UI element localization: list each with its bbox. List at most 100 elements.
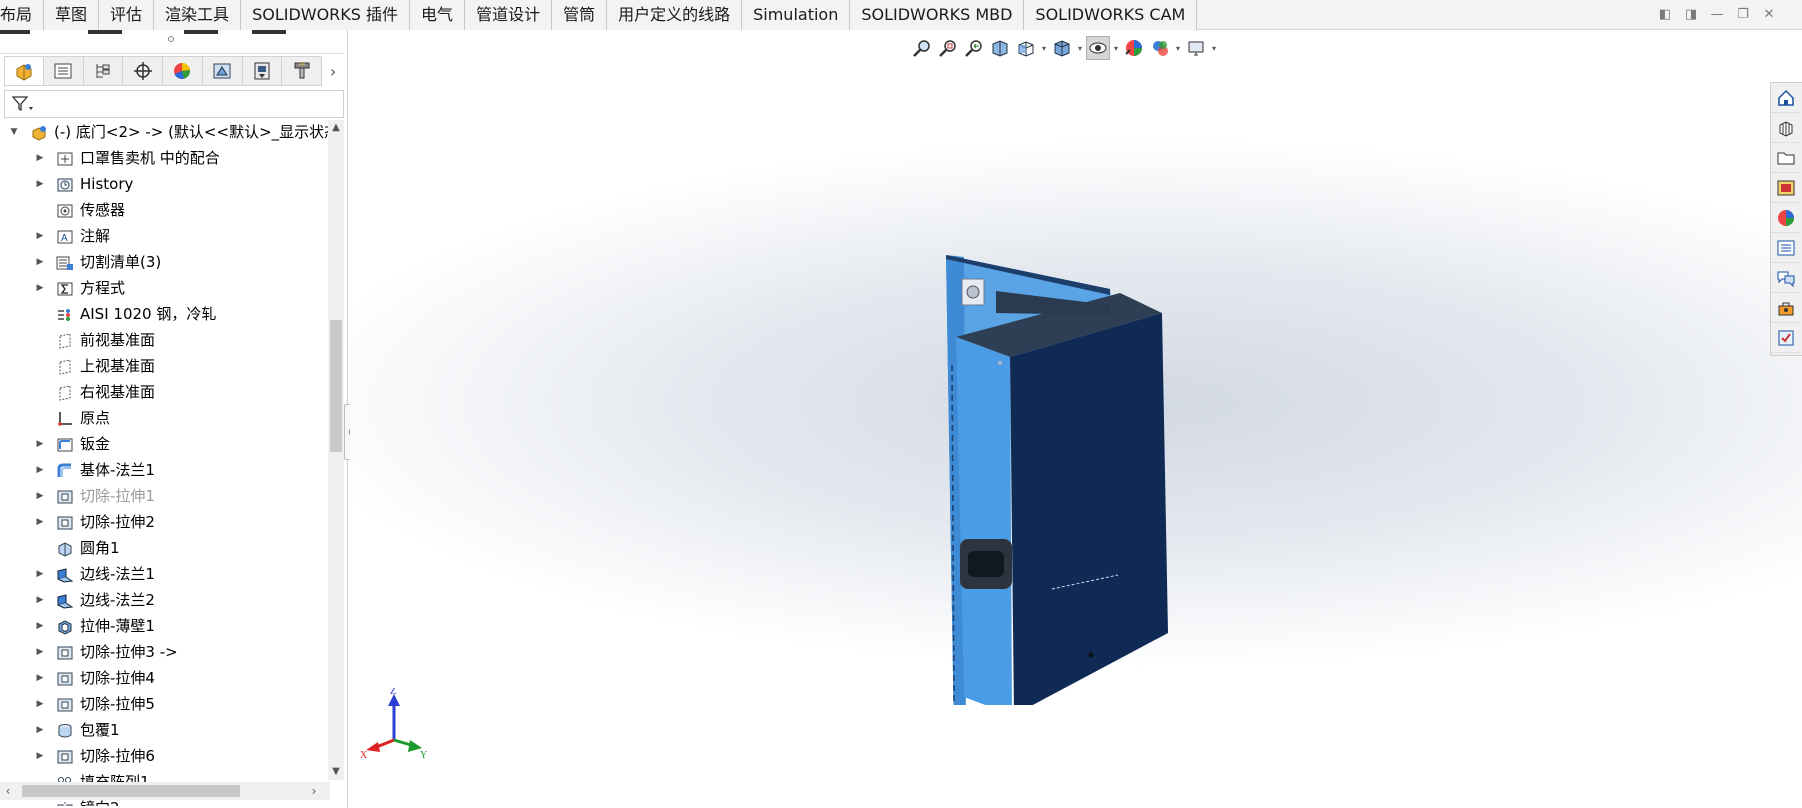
section-view-button[interactable] [988, 36, 1012, 60]
expand-arrow-icon[interactable]: ▶ [34, 666, 46, 690]
tab-electrical[interactable]: 电气 [410, 0, 466, 30]
tree-row[interactable]: ▶ 切除-拉伸3 -> [0, 640, 328, 664]
expand-arrow-icon[interactable]: ▶ [34, 562, 46, 586]
apply-scene-dropdown-icon[interactable]: ▾ [1174, 44, 1182, 53]
tab-sketch[interactable]: 草图 [44, 0, 100, 30]
tree-row[interactable]: ▶ 包覆1 [0, 718, 328, 742]
expand-arrow-icon[interactable]: ▶ [34, 250, 46, 274]
more-tabs-chevron-icon[interactable]: › [322, 56, 344, 86]
tree-row[interactable]: ▶ History [0, 172, 328, 196]
tree-row[interactable]: ▶ A 注解 [0, 224, 328, 248]
expand-arrow-icon[interactable]: ▶ [34, 276, 46, 300]
hide-show-dropdown-icon[interactable]: ▾ [1112, 44, 1120, 53]
expand-arrow-icon[interactable]: ▶ [34, 718, 46, 742]
panel-collapse-dot-icon[interactable] [168, 36, 174, 42]
restore-right-icon[interactable]: ◨ [1682, 6, 1700, 24]
apply-scene-button[interactable] [1148, 36, 1172, 60]
view-settings-dropdown-icon[interactable]: ▾ [1210, 44, 1218, 53]
tab-render-tools[interactable]: 渲染工具 [154, 0, 242, 30]
restore-icon[interactable]: ❐ [1734, 6, 1752, 24]
collapse-arrow-icon[interactable]: ▼ [8, 120, 20, 144]
tree-row[interactable]: ▶ 口罩售卖机 中的配合 [0, 146, 328, 170]
expand-arrow-icon[interactable]: ▶ [34, 640, 46, 664]
tree-row[interactable]: ▶ 切除-拉伸1 [0, 484, 328, 508]
zoom-to-fit-button[interactable] [910, 36, 934, 60]
feature-tree-vertical-scrollbar[interactable]: ▲ ▼ [328, 120, 344, 780]
cam-tool-tree-tab[interactable] [282, 56, 323, 86]
cam-operation-tree-tab[interactable] [242, 56, 283, 86]
tree-row[interactable]: 上视基准面 [0, 354, 328, 378]
dimxpert-tab[interactable] [123, 56, 164, 86]
design-checker-button[interactable] [1771, 323, 1801, 353]
expand-arrow-icon[interactable]: ▶ [34, 510, 46, 534]
tab-evaluate[interactable]: 评估 [99, 0, 155, 30]
configuration-manager-tab[interactable] [83, 56, 124, 86]
tree-row[interactable]: ▶ 切除-拉伸5 [0, 692, 328, 716]
forum-button[interactable] [1771, 263, 1801, 293]
scroll-up-icon[interactable]: ▲ [328, 120, 344, 136]
expand-arrow-icon[interactable]: ▶ [34, 484, 46, 508]
appearances-button[interactable] [1771, 203, 1801, 233]
feature-tree-filter[interactable] [4, 90, 344, 118]
tab-simulation[interactable]: Simulation [742, 0, 851, 30]
restore-left-icon[interactable]: ◧ [1656, 6, 1674, 24]
view-orientation-dropdown-icon[interactable]: ▾ [1040, 44, 1048, 53]
expand-arrow-icon[interactable]: ▶ [34, 692, 46, 716]
tab-solidworks-addins[interactable]: SOLIDWORKS 插件 [241, 0, 411, 30]
scroll-down-icon[interactable]: ▼ [328, 764, 344, 780]
3d-model-bottom-door[interactable] [940, 245, 1240, 705]
property-manager-tab[interactable] [43, 56, 84, 86]
tree-row[interactable]: 右视基准面 [0, 380, 328, 404]
tab-cam[interactable]: SOLIDWORKS CAM [1024, 0, 1198, 30]
tree-row[interactable]: 原点 [0, 406, 328, 430]
minimize-icon[interactable]: — [1708, 6, 1726, 24]
tree-row[interactable]: AISI 1020 钢，冷轧 [0, 302, 328, 326]
scroll-right-icon[interactable]: › [306, 782, 322, 800]
view-settings-button[interactable] [1184, 36, 1208, 60]
cam-feature-tree-tab[interactable] [202, 56, 243, 86]
tree-row[interactable]: ▶ 切除-拉伸6 [0, 744, 328, 768]
view-orientation-button[interactable] [1014, 36, 1038, 60]
view-palette-button[interactable] [1771, 173, 1801, 203]
feature-tree-tab[interactable] [4, 56, 44, 86]
toolbox-button[interactable] [1771, 293, 1801, 323]
close-icon[interactable]: ✕ [1760, 6, 1778, 24]
expand-arrow-icon[interactable]: ▶ [34, 588, 46, 612]
tree-row[interactable]: ▶ 拉伸-薄壁1 [0, 614, 328, 638]
tree-row[interactable]: 圆角1 [0, 536, 328, 560]
tree-row[interactable]: 传感器 [0, 198, 328, 222]
tree-row[interactable]: ▶ 边线-法兰1 [0, 562, 328, 586]
display-style-button[interactable] [1050, 36, 1074, 60]
expand-arrow-icon[interactable]: ▶ [34, 146, 46, 170]
design-library-button[interactable] [1771, 113, 1801, 143]
tree-row[interactable]: ▼ (-) 底门<2> -> (默认<<默认>_显示状态 [0, 120, 328, 144]
tree-row[interactable]: ▶ 切除-拉伸2 [0, 510, 328, 534]
model-side-face[interactable] [956, 337, 1012, 705]
tab-user-routing[interactable]: 用户定义的线路 [607, 0, 743, 30]
expand-arrow-icon[interactable]: ▶ [34, 744, 46, 768]
tree-row[interactable]: 前视基准面 [0, 328, 328, 352]
graphics-area[interactable]: ▾ ▾ ▾ ▾ ▾ Z X Y [350, 30, 1802, 808]
hide-show-items-button[interactable] [1086, 36, 1110, 60]
display-manager-tab[interactable] [163, 56, 203, 86]
tree-row[interactable]: ▶ 切割清单(3) [0, 250, 328, 274]
tree-row[interactable]: ▶ 方程式 [0, 276, 328, 300]
tab-mbd[interactable]: SOLIDWORKS MBD [850, 0, 1025, 30]
zoom-to-area-button[interactable] [936, 36, 960, 60]
feature-tree-horizontal-scrollbar[interactable]: ‹ › [0, 782, 330, 800]
tree-row[interactable]: ▶ 钣金 [0, 432, 328, 456]
custom-properties-button[interactable] [1771, 233, 1801, 263]
expand-arrow-icon[interactable]: ▶ [34, 172, 46, 196]
solidworks-resources-button[interactable] [1771, 83, 1801, 113]
file-explorer-button[interactable] [1771, 143, 1801, 173]
edit-appearance-button[interactable] [1122, 36, 1146, 60]
model-front-face[interactable] [1010, 313, 1168, 705]
expand-arrow-icon[interactable]: ▶ [34, 432, 46, 456]
tab-tubing[interactable]: 管筒 [552, 0, 608, 30]
horizontal-scroll-thumb[interactable] [22, 785, 240, 797]
scroll-left-icon[interactable]: ‹ [0, 782, 16, 800]
display-style-dropdown-icon[interactable]: ▾ [1076, 44, 1084, 53]
expand-arrow-icon[interactable]: ▶ [34, 458, 46, 482]
tree-row[interactable]: ▶ 基体-法兰1 [0, 458, 328, 482]
vertical-scroll-thumb[interactable] [330, 320, 342, 452]
